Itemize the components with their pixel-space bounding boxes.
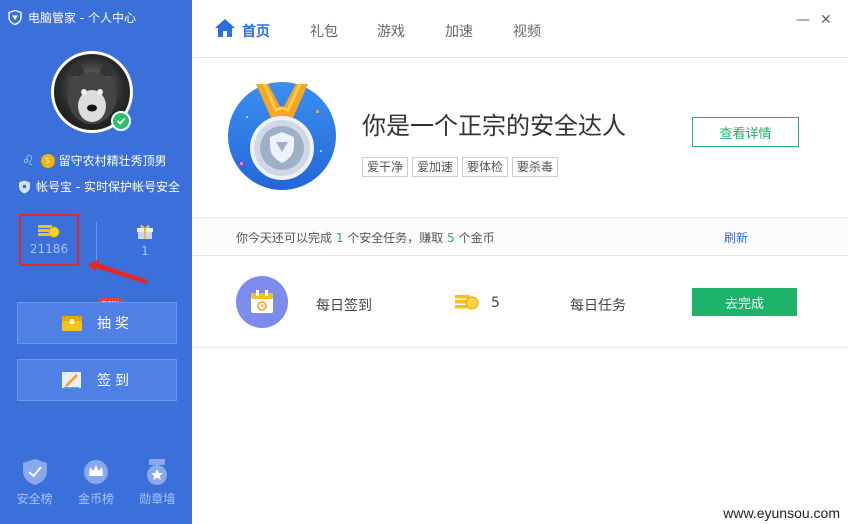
hero-section: 你是一个正宗的安全达人 爱干净 爱加速 要体检 要杀毒 查看详情 [192,58,848,218]
task-summary-text: 你今天还可以完成 1 个安全任务，赚取 5 个金币 [236,229,495,246]
nav-coin-rank[interactable]: 金币榜 [66,458,126,507]
complete-task-button[interactable]: 去完成 [692,288,797,316]
tab-games[interactable]: 游戏 [377,21,405,41]
verified-badge-icon [111,111,131,131]
checkin-label: 签到 [97,373,133,389]
lottery-button[interactable]: 抽奖 [17,302,177,344]
task-name: 每日签到 [316,298,372,314]
window-title-text: 电脑管家 - 个人中心 [28,11,136,25]
coin-stack-icon [38,225,60,238]
checkin-button[interactable]: 签到 [17,359,177,401]
account-protection-text: 帐号宝 - 实时保护帐号安全 [36,180,180,194]
view-details-button[interactable]: 查看详情 [692,117,799,147]
vip-coin-badge-icon: $ [40,153,55,168]
security-expert-medal-icon [228,82,336,190]
minimize-button[interactable]: — [796,12,810,28]
tag-item: 爱加速 [412,157,459,177]
tab-speedup[interactable]: 加速 [445,21,473,41]
top-nav: 首页 礼包 游戏 加速 视频 — ✕ [192,0,848,58]
annotation-arrow-icon [88,259,148,284]
sidebar: 电脑管家 - 个人中心 ♌ $ 留守农村精壮秀顶男 帐号宝 - 实时保护帐号安全… [0,0,192,524]
pc-manager-logo-icon [8,10,22,25]
lottery-chest-icon [62,316,82,331]
nav-security-rank-label: 安全榜 [16,492,53,506]
tag-item: 爱干净 [362,157,409,177]
tab-home[interactable]: 首页 [242,21,270,41]
tag-item: 要杀毒 [512,157,559,177]
gift-box-icon [137,224,153,239]
tab-video[interactable]: 视频 [513,21,541,41]
task-summary-middle: 个安全任务，赚取 [343,231,448,245]
hero-tags: 爱干净 爱加速 要体检 要杀毒 [362,157,559,177]
window-title: 电脑管家 - 个人中心 [8,9,136,26]
task-type: 每日任务 [570,298,626,314]
tab-gift-pack[interactable]: 礼包 [310,21,338,41]
nav-medal-wall[interactable]: 勋章墙 [127,458,187,507]
coin-count: 5 [447,231,455,245]
crown-icon [83,460,108,484]
account-protection-link[interactable]: 帐号宝 - 实时保护帐号安全 [18,178,180,195]
zodiac-leo-icon: ♌ [22,152,35,169]
task-summary-bar: 你今天还可以完成 1 个安全任务，赚取 5 个金币 刷新 [192,218,848,256]
sidebar-bottom-nav: 安全榜 金币榜 勋章墙 [0,458,192,507]
user-info: ♌ $ 留守农村精壮秀顶男 [22,152,167,169]
refresh-link[interactable]: 刷新 [724,229,748,246]
nav-security-rank[interactable]: 安全榜 [5,458,65,507]
task-summary-suffix: 个金币 [454,231,495,245]
task-summary-prefix: 你今天还可以完成 [236,231,336,245]
checkin-pen-icon [62,372,81,389]
coins-stat[interactable]: 21186 [19,214,79,266]
nav-coin-rank-label: 金币榜 [77,492,114,506]
lottery-label: 抽奖 [97,316,133,332]
watermark: www.eyunsou.com [723,505,840,521]
nav-medal-wall-label: 勋章墙 [139,492,176,506]
stats-divider [96,222,97,262]
coins-count: 21186 [29,242,69,256]
gifts-count: 1 [141,244,149,258]
calendar-checkin-icon [236,276,288,328]
nickname: 留守农村精壮秀顶男 [58,154,167,168]
avatar-area[interactable] [51,51,133,133]
task-reward: 5 [491,295,500,311]
home-icon[interactable] [214,18,236,38]
shield-check-icon [22,459,47,485]
hero-title: 你是一个正宗的安全达人 [362,112,626,140]
close-button[interactable]: ✕ [820,12,832,28]
tag-item: 要体检 [462,157,509,177]
task-row: 每日签到 5 每日任务 去完成 [192,256,848,348]
main-panel: 首页 礼包 游戏 加速 视频 — ✕ 你是一个正宗的安全达人 爱干净 爱加速 要… [192,0,848,524]
account-shield-icon [19,180,30,193]
coin-reward-icon [455,295,479,310]
medal-icon [147,459,168,485]
